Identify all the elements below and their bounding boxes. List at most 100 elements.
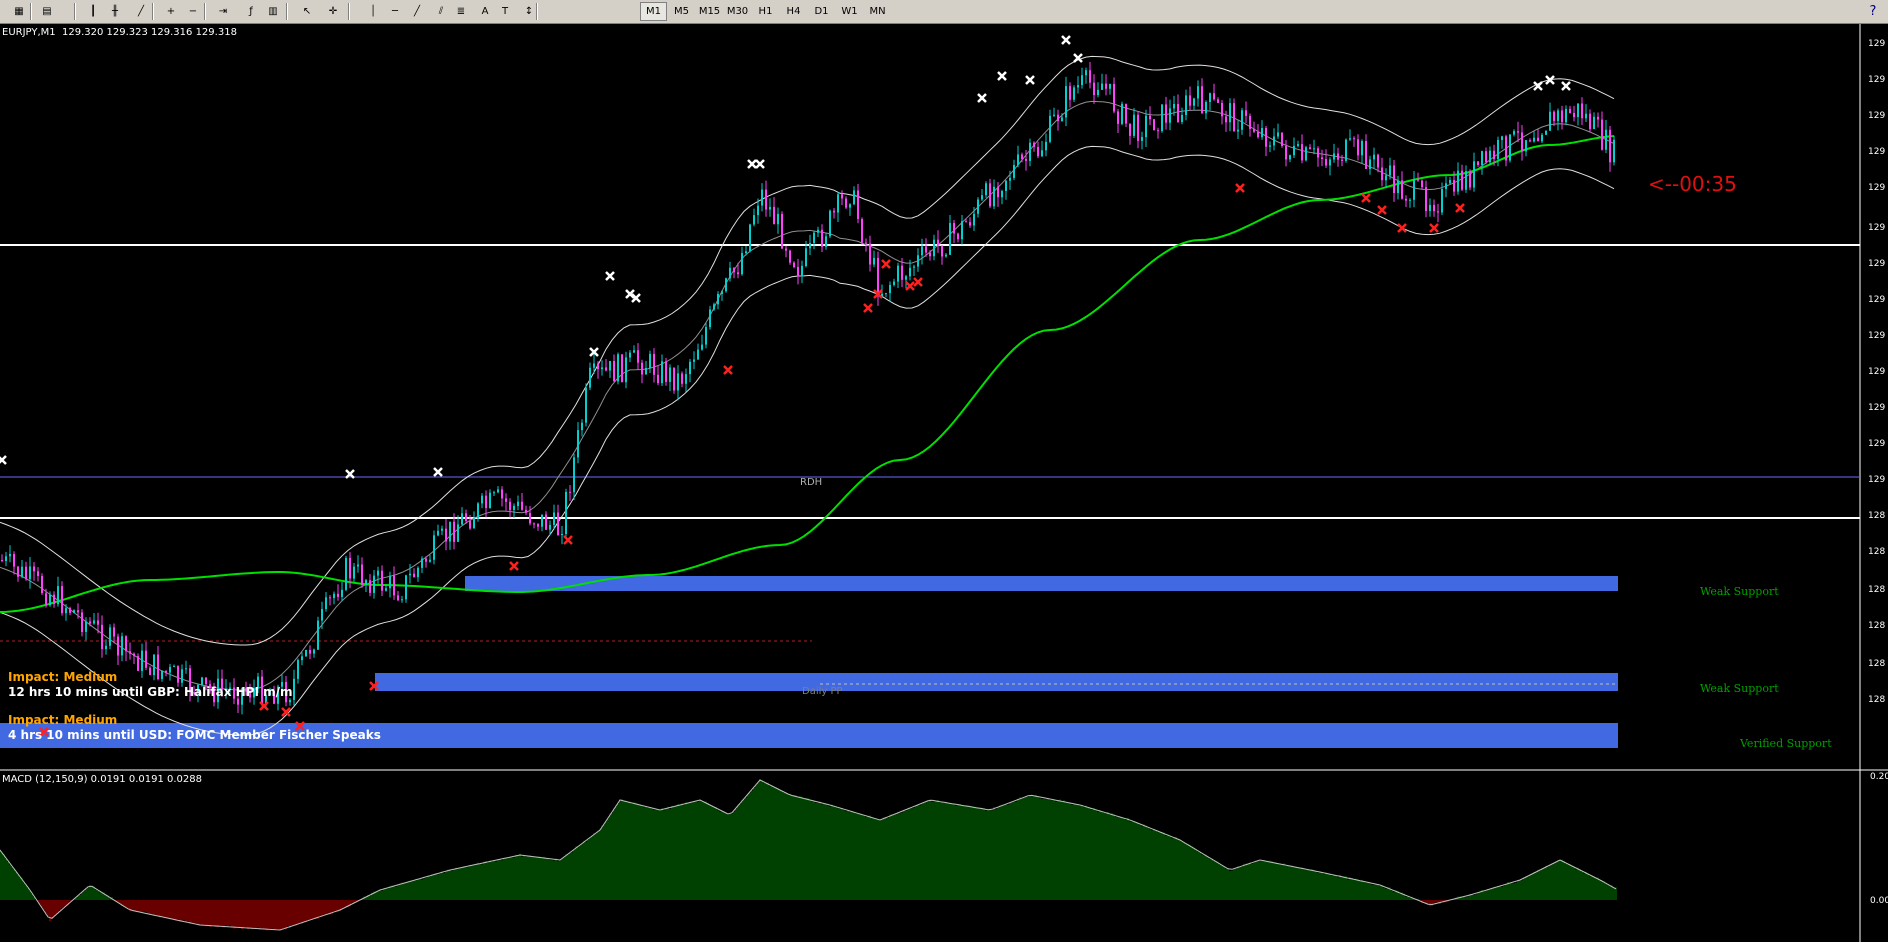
- templates-icon[interactable]: ▥: [262, 2, 284, 21]
- candle-body: [1321, 157, 1323, 159]
- candle-body: [693, 359, 695, 362]
- candle-body: [629, 352, 631, 358]
- line-chart-icon[interactable]: ╱: [130, 2, 152, 21]
- candle-body: [961, 221, 963, 240]
- candle-body: [905, 276, 907, 280]
- equidistant-channel-icon[interactable]: ⫽: [430, 2, 452, 21]
- candle-body: [1485, 151, 1487, 163]
- candle-body: [125, 636, 127, 652]
- text-icon[interactable]: A: [474, 2, 496, 21]
- zoom-out-icon[interactable]: −: [182, 2, 204, 21]
- candle-body: [573, 457, 575, 493]
- candle-body: [1377, 154, 1379, 168]
- candle-body: [781, 213, 783, 249]
- candle-body: [301, 656, 303, 661]
- candle-body: [1013, 165, 1015, 178]
- candle-body: [765, 189, 767, 210]
- candle-body: [329, 597, 331, 599]
- timeframe-mn[interactable]: MN: [864, 2, 891, 21]
- cursor-icon[interactable]: ↖: [296, 2, 318, 21]
- price-axis-label: 128: [1868, 659, 1886, 669]
- candle-body: [509, 501, 511, 511]
- macd-axis-top: 0.20: [1870, 772, 1888, 782]
- news-title-1: 12 hrs 10 mins until GBP: Halifax HPI m/…: [8, 685, 293, 699]
- candle-body: [597, 363, 599, 370]
- candle-body: [1085, 70, 1087, 76]
- candlestick-icon[interactable]: ╫: [104, 2, 126, 21]
- timeframe-m15[interactable]: M15: [696, 2, 723, 21]
- price-chart[interactable]: [0, 24, 1888, 942]
- candle-body: [613, 361, 615, 382]
- candle-body: [81, 612, 83, 632]
- candle-body: [553, 512, 555, 525]
- candle-body: [1065, 86, 1067, 118]
- candle-body: [129, 651, 131, 654]
- candle-body: [1469, 171, 1471, 188]
- candle-body: [1449, 180, 1451, 184]
- timeframe-h1[interactable]: H1: [752, 2, 779, 21]
- price-axis-label: 129: [1868, 403, 1886, 413]
- candle-body: [1537, 137, 1539, 142]
- candle-body: [1501, 136, 1503, 140]
- macd-label: MACD (12,150,9) 0.0191 0.0191 0.0288: [2, 774, 202, 785]
- vertical-line-icon[interactable]: │: [362, 2, 384, 21]
- candle-body: [1365, 141, 1367, 169]
- candle-body: [109, 627, 111, 646]
- fibonacci-icon[interactable]: ≣: [450, 2, 472, 21]
- toolbar-separator: [30, 3, 32, 20]
- indicators-icon[interactable]: ƒ: [240, 2, 262, 21]
- candle-body: [1445, 183, 1447, 189]
- toolbar-separator: [286, 3, 288, 20]
- timeframe-h4[interactable]: H4: [780, 2, 807, 21]
- candle-body: [589, 367, 591, 388]
- candle-body: [153, 654, 155, 675]
- candle-body: [169, 666, 171, 673]
- candle-body: [1545, 130, 1547, 135]
- candle-body: [889, 284, 891, 294]
- timeframe-m1[interactable]: M1: [640, 2, 667, 21]
- candle-body: [441, 528, 443, 531]
- candle-body: [1137, 114, 1139, 141]
- price-axis-label: 128: [1868, 511, 1886, 521]
- candle-body: [1577, 103, 1579, 117]
- help-icon[interactable]: ?: [1862, 2, 1884, 21]
- bar-chart-icon[interactable]: ┃: [82, 2, 104, 21]
- trendline-icon[interactable]: ╱: [406, 2, 428, 21]
- candle-body: [525, 509, 527, 513]
- candle-body: [317, 620, 319, 650]
- candle-body: [1021, 154, 1023, 159]
- candle-body: [309, 650, 311, 654]
- candle-body: [477, 503, 479, 519]
- candle-body: [1533, 137, 1535, 142]
- candle-body: [585, 387, 587, 423]
- candle-body: [537, 523, 539, 527]
- candle-body: [1001, 191, 1003, 198]
- timeframe-m30[interactable]: M30: [724, 2, 751, 21]
- candle-body: [337, 593, 339, 597]
- candle-body: [801, 265, 803, 277]
- candle-body: [1461, 170, 1463, 190]
- new-chart-icon[interactable]: ▦: [8, 2, 30, 21]
- timeframe-d1[interactable]: D1: [808, 2, 835, 21]
- text-label-icon[interactable]: T: [494, 2, 516, 21]
- candle-body: [473, 518, 475, 529]
- zoom-in-icon[interactable]: +: [160, 2, 182, 21]
- toolbar-separator: [204, 3, 206, 20]
- candle-body: [821, 229, 823, 247]
- candle-body: [909, 267, 911, 277]
- candle-body: [1405, 198, 1407, 201]
- chart-shift-icon[interactable]: ⇥: [212, 2, 234, 21]
- timeframe-m5[interactable]: M5: [668, 2, 695, 21]
- candle-body: [681, 373, 683, 384]
- candle-body: [1381, 167, 1383, 181]
- candle-body: [701, 344, 703, 350]
- candle-body: [1193, 98, 1195, 106]
- candle-body: [1133, 114, 1135, 136]
- profiles-icon[interactable]: ▤: [36, 2, 58, 21]
- candle-body: [1153, 119, 1155, 131]
- candle-body: [1157, 130, 1159, 132]
- candle-body: [841, 194, 843, 199]
- timeframe-w1[interactable]: W1: [836, 2, 863, 21]
- crosshair-icon[interactable]: ✛: [322, 2, 344, 21]
- horizontal-line-icon[interactable]: ─: [384, 2, 406, 21]
